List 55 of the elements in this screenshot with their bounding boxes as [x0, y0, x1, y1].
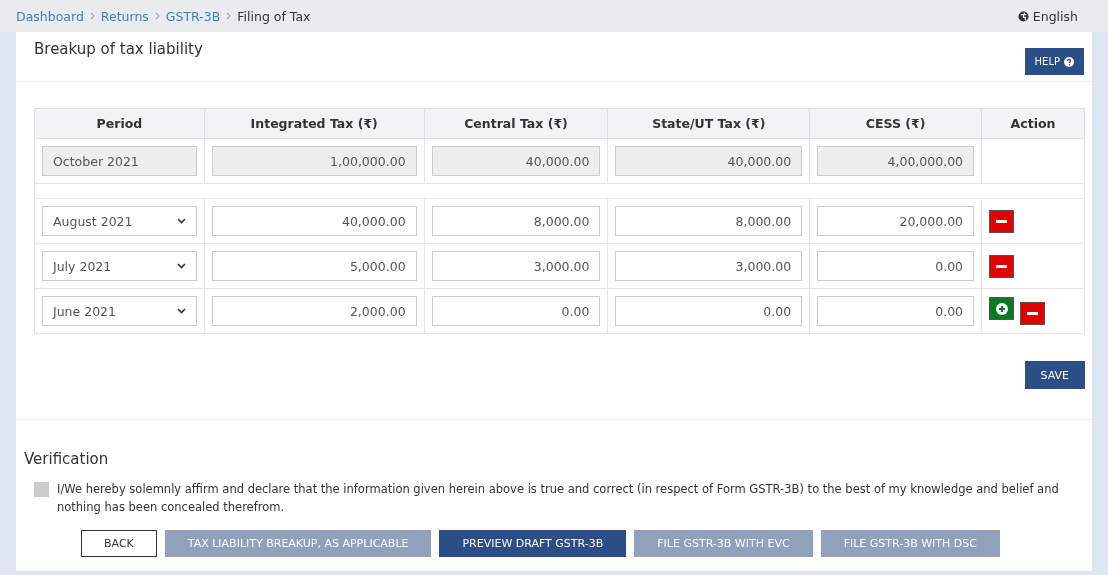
action-button[interactable]: PREVIEW DRAFT GSTR-3B: [439, 530, 627, 557]
breadcrumb-link[interactable]: Returns: [100, 8, 149, 24]
minus-icon: [1027, 311, 1039, 315]
amount-field[interactable]: 40,000.00: [211, 206, 417, 236]
chevron-down-icon: [176, 308, 186, 314]
language-selector[interactable]: English: [1017, 8, 1078, 24]
column-header: Action: [981, 108, 1085, 139]
remove-row-button[interactable]: [989, 209, 1015, 233]
amount-field[interactable]: 2,000.00: [211, 296, 417, 326]
globe-icon: [1017, 10, 1029, 22]
period-select[interactable]: June 2021: [42, 296, 197, 326]
declaration-text: I/We hereby solemnly affirm and declare that the information given herein above is true and correct (in respect of Form GSTR-3B) to the best of my knowledge and belief and nothing has been concealed therefrom.: [57, 481, 1060, 516]
column-header: CESS (₹): [809, 108, 982, 139]
breadcrumb-link[interactable]: Dashboard: [16, 8, 84, 24]
amount-field[interactable]: 8,000.00: [431, 206, 601, 236]
breadcrumb-link[interactable]: GSTR-3B: [165, 8, 221, 24]
amount-field: 40,000.00: [615, 146, 803, 176]
period-select[interactable]: August 2021: [42, 206, 197, 236]
checkbox[interactable]: [34, 482, 49, 497]
column-header: Integrated Tax (₹): [204, 108, 425, 139]
amount-field: 4,00,000.00: [817, 146, 975, 176]
save-button[interactable]: SAVE: [1024, 361, 1085, 389]
amount-field: 1,00,000.00: [211, 146, 417, 176]
chevron-icon: [89, 12, 95, 20]
amount-field[interactable]: 0.00: [817, 296, 975, 326]
chevron-icon: [226, 12, 232, 20]
amount-field[interactable]: 8,000.00: [615, 206, 803, 236]
period-field: October 2021: [42, 146, 197, 176]
remove-row-button[interactable]: [989, 254, 1015, 278]
section-title: Breakup of tax liability: [34, 40, 203, 60]
amount-field[interactable]: 5,000.00: [211, 251, 417, 281]
amount-field[interactable]: 20,000.00: [817, 206, 975, 236]
column-header: State/UT Tax (₹): [607, 108, 810, 139]
plus-icon: [995, 302, 1008, 315]
amount-field: 40,000.00: [431, 146, 601, 176]
breadcrumb-current: Filing of Tax: [237, 8, 311, 24]
column-header: Period: [34, 108, 205, 139]
amount-field[interactable]: 3,000.00: [431, 251, 601, 281]
period-select[interactable]: July 2021: [42, 251, 197, 281]
action-button[interactable]: BACK: [81, 530, 157, 557]
verification-title: Verification: [23, 449, 110, 468]
minus-icon: [996, 219, 1008, 223]
amount-field[interactable]: 3,000.00: [615, 251, 803, 281]
chevron-down-icon: [176, 218, 186, 224]
amount-field[interactable]: 0.00: [615, 296, 803, 326]
add-row-button[interactable]: [989, 297, 1015, 321]
column-header: Central Tax (₹): [424, 108, 608, 139]
help-button[interactable]: HELP: [1024, 48, 1084, 75]
help-icon: [1064, 56, 1074, 67]
amount-field[interactable]: 0.00: [431, 296, 601, 326]
amount-field[interactable]: 0.00: [817, 251, 975, 281]
remove-row-button[interactable]: [1020, 301, 1046, 325]
minus-icon: [996, 264, 1008, 268]
chevron-icon: [154, 12, 160, 20]
chevron-down-icon: [176, 263, 186, 269]
